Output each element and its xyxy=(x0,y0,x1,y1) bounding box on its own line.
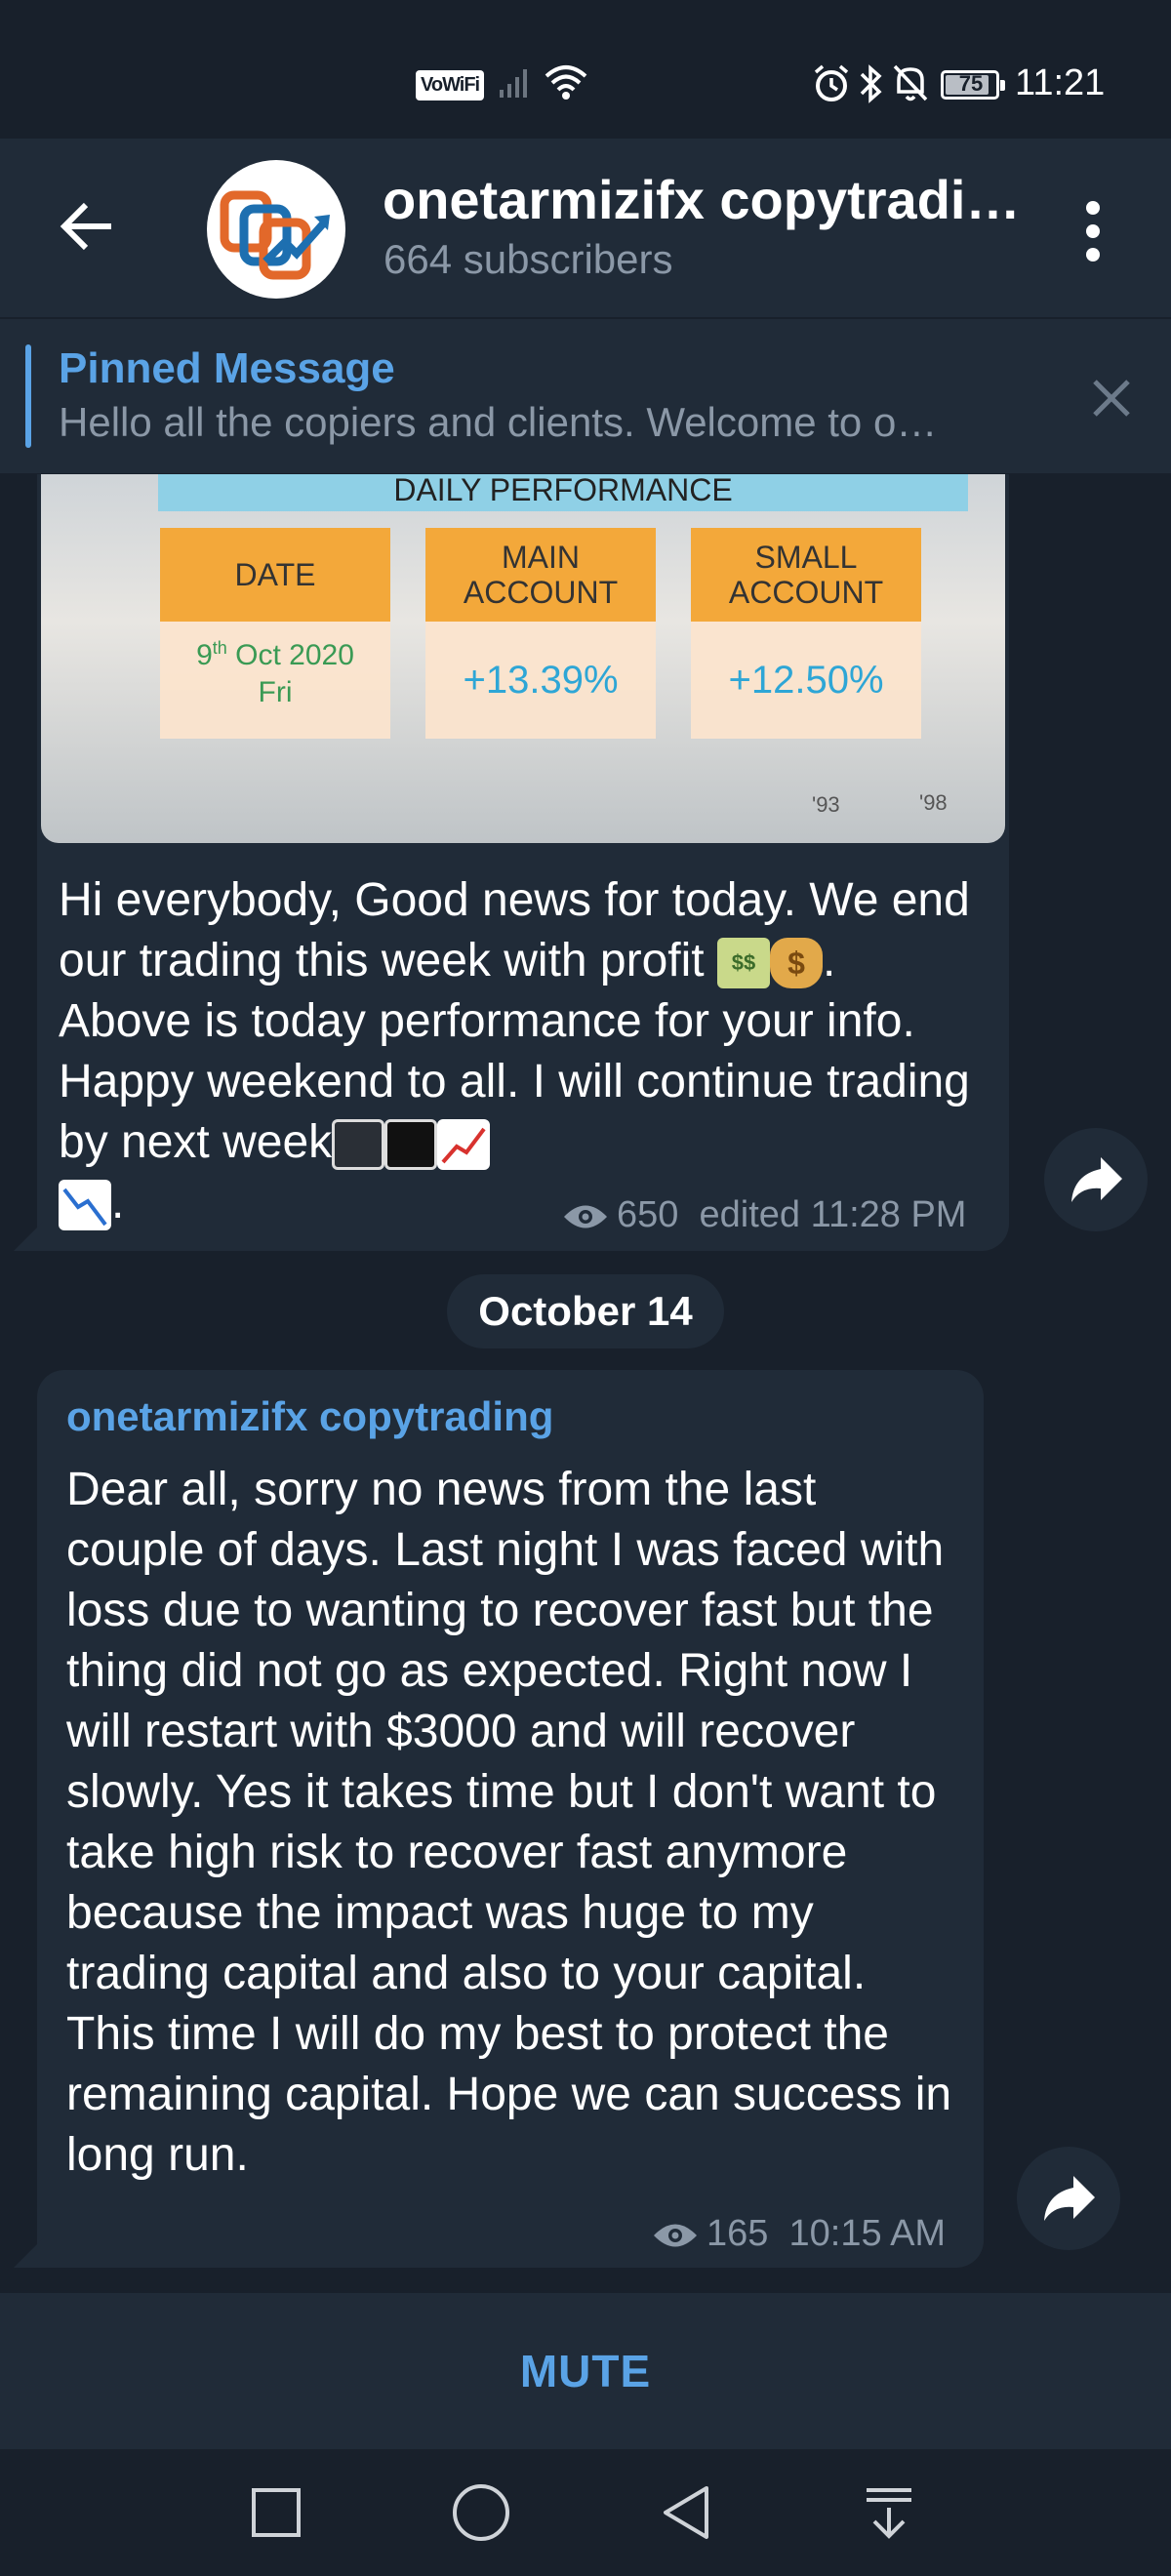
image-date-cell: 9th Oct 2020 Fri xyxy=(160,622,390,739)
share-arrow-icon xyxy=(1071,1157,1122,1202)
message-time: 10:15 AM xyxy=(788,2213,947,2254)
date-separator: October 14 xyxy=(447,1274,724,1348)
message-text: Hi everybody, Good news for today. We en… xyxy=(59,870,976,1233)
image-bg-label: '93 xyxy=(812,792,840,817)
mute-button[interactable]: MUTE xyxy=(0,2293,1171,2449)
more-options-icon[interactable] xyxy=(1081,201,1105,265)
share-arrow-icon xyxy=(1044,2176,1095,2221)
message-meta: 650 edited 11:28 PM xyxy=(562,1194,966,1236)
image-col-small: SMALL ACCOUNT xyxy=(691,528,921,622)
alarm-icon xyxy=(814,64,849,101)
share-button[interactable] xyxy=(1017,2147,1120,2250)
message-meta: 165 10:15 AM xyxy=(652,2213,946,2255)
channel-logo-icon xyxy=(220,190,330,280)
close-icon[interactable] xyxy=(1087,374,1136,423)
image-banner: DAILY PERFORMANCE xyxy=(158,474,968,511)
recent-apps-icon[interactable] xyxy=(252,2488,301,2537)
channel-header[interactable]: onetarmizifx copytradi… 664 subscribers xyxy=(0,139,1171,319)
nav-back-icon[interactable] xyxy=(660,2484,714,2541)
battery-level: 75 xyxy=(958,71,984,96)
message-sender[interactable]: onetarmizifx copytrading xyxy=(66,1393,553,1440)
back-arrow-icon[interactable] xyxy=(59,197,117,256)
money-bag-emoji-icon: $ xyxy=(769,938,823,989)
chart-down-emoji-icon xyxy=(59,1180,111,1231)
image-small-value: +12.50% xyxy=(691,622,921,739)
views-eye-icon xyxy=(654,2224,697,2247)
bottom-action-bar: MUTE xyxy=(0,2293,1171,2449)
pinned-message-bar[interactable]: Pinned Message Hello all the copiers and… xyxy=(0,319,1171,473)
image-col-date: DATE xyxy=(160,528,390,622)
pinned-title: Pinned Message xyxy=(59,344,395,392)
view-count: 165 xyxy=(707,2213,769,2254)
subscriber-count: 664 subscribers xyxy=(384,236,673,282)
signal-icon xyxy=(500,69,527,98)
channel-title[interactable]: onetarmizifx copytradi… xyxy=(383,168,1027,231)
message-time: edited 11:28 PM xyxy=(699,1194,967,1235)
status-time: 11:21 xyxy=(1015,62,1106,103)
status-bar: VoWiFi 75 11:21 xyxy=(0,0,1171,139)
view-count: 650 xyxy=(617,1194,679,1235)
image-bg-label: '98 xyxy=(919,790,948,815)
home-icon[interactable] xyxy=(453,2484,509,2541)
battery-icon: 75 xyxy=(941,70,1005,100)
laptop-emoji-icon xyxy=(332,1119,385,1171)
performance-image[interactable]: DAILY PERFORMANCE DATE MAIN ACCOUNT SMAL… xyxy=(41,474,1005,843)
desktop-emoji-icon xyxy=(384,1119,438,1171)
money-emoji-icon: $$ xyxy=(716,938,770,989)
wifi-icon xyxy=(545,65,587,100)
system-nav-bar xyxy=(0,2449,1171,2576)
message-text: Dear all, sorry no news from the last co… xyxy=(66,1464,952,2181)
pinned-indicator xyxy=(25,344,31,448)
chart-up-emoji-icon xyxy=(437,1119,491,1171)
share-button[interactable] xyxy=(1044,1128,1148,1231)
vowifi-label: VoWiFi xyxy=(416,70,485,101)
image-col-main: MAIN ACCOUNT xyxy=(425,528,656,622)
views-eye-icon xyxy=(564,1205,607,1228)
channel-avatar[interactable] xyxy=(207,160,345,299)
pinned-text: Hello all the copiers and clients. Welco… xyxy=(59,399,938,445)
silent-bell-icon xyxy=(893,64,928,101)
bluetooth-icon xyxy=(860,64,882,103)
image-main-value: +13.39% xyxy=(425,622,656,739)
notification-pull-icon[interactable] xyxy=(863,2486,915,2541)
